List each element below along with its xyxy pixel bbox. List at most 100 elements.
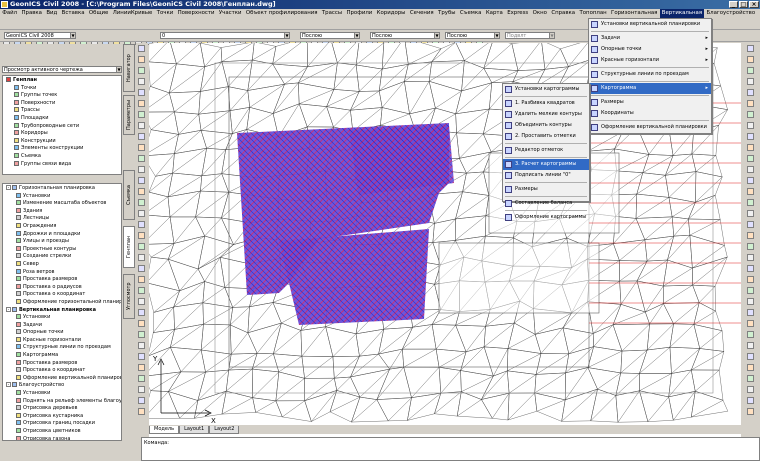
tool-icon[interactable] [138, 188, 145, 195]
menu-item[interactable]: Объединить контуры [503, 120, 589, 131]
menu-item[interactable]: Точки [155, 9, 176, 18]
prospector-item[interactable]: Съемка [4, 152, 120, 161]
prospector-item[interactable]: Группы точек [4, 92, 120, 100]
tool-icon[interactable] [138, 67, 145, 74]
tool-icon[interactable] [747, 166, 754, 173]
tool-icon[interactable] [747, 155, 754, 162]
tree-item[interactable]: Проектные контуры [4, 245, 120, 254]
toolspace-tab[interactable]: Параметры [123, 95, 135, 135]
tool-icon[interactable] [138, 364, 145, 371]
expand-icon[interactable]: - [6, 306, 11, 312]
menu-item[interactable]: Размеры [589, 97, 711, 108]
close-button[interactable]: × [749, 1, 759, 8]
tool-icon[interactable] [747, 320, 754, 327]
tree-item[interactable]: Установки [4, 390, 120, 398]
prospector-item[interactable]: Коридоры [4, 130, 120, 138]
layout-tab[interactable]: Layout1 [179, 426, 210, 434]
toolspace-tab[interactable]: Генплан [123, 226, 135, 268]
tree-item[interactable]: Лестницы [4, 215, 120, 223]
tree-item[interactable]: Красные горизонтали [4, 336, 120, 345]
prospector-item[interactable]: Поверхности [4, 99, 120, 108]
tool-icon[interactable] [138, 100, 145, 107]
tree-item[interactable]: Проставка о координат [4, 291, 120, 299]
tree-item[interactable]: Отрисовка кустарника [4, 412, 120, 421]
tool-icon[interactable] [747, 386, 754, 393]
tool-icon[interactable] [747, 45, 754, 52]
workspace-combo[interactable]: GeoniCS Civil 2008 ▼ [4, 32, 76, 39]
prospector-item[interactable]: Конструкции [4, 137, 120, 146]
tool-icon[interactable] [138, 232, 145, 239]
tree-item[interactable]: Север [4, 260, 120, 269]
layer-combo[interactable]: 0 ▼ [160, 32, 290, 39]
menu-item[interactable]: Профили [344, 9, 374, 18]
tree-item[interactable]: Изменение масштаба объектов [4, 200, 120, 208]
tree-item[interactable]: - Благоустройство [4, 382, 120, 390]
tool-icon[interactable] [747, 221, 754, 228]
prospector-item[interactable]: Трассы [4, 107, 120, 115]
tool-icon[interactable] [138, 166, 145, 173]
tool-icon[interactable] [138, 78, 145, 85]
menu-item[interactable]: Оформление картограммы [503, 212, 589, 223]
menu-item[interactable]: 3. Расчет картограммы [503, 159, 589, 170]
tool-icon[interactable] [747, 188, 754, 195]
menu-item[interactable]: Трубы [436, 9, 458, 18]
tool-icon[interactable] [138, 89, 145, 96]
tool-icon[interactable] [138, 397, 145, 404]
menu-item[interactable]: Вид [44, 9, 59, 18]
menu-item[interactable]: Участки [217, 9, 244, 18]
toolspace-tab[interactable]: Съемка [123, 170, 135, 220]
linetype-combo[interactable]: Послою ▼ [370, 32, 440, 39]
menu-item[interactable]: Коридоры [374, 9, 407, 18]
layout-tab[interactable]: Модель [149, 426, 180, 434]
menu-item[interactable]: Размеры [503, 184, 589, 195]
prospector-item[interactable]: Точки [4, 84, 120, 93]
tree-item[interactable]: Здания [4, 207, 120, 216]
tree-item[interactable]: Проставка размеров [4, 359, 120, 368]
tool-icon[interactable] [138, 122, 145, 129]
tree-item[interactable]: - Вертикальная планировка [4, 306, 120, 315]
menu-item[interactable]: Вертикальная [659, 9, 705, 18]
menu-item[interactable]: Вставка [59, 9, 86, 18]
command-line[interactable]: Команда: [141, 437, 760, 461]
menu-item[interactable]: Редактор отметок [503, 145, 589, 156]
menu-item[interactable]: 1. Разбивка квадратов [503, 98, 589, 109]
tool-icon[interactable] [138, 45, 145, 52]
menu-item[interactable]: Сечения [408, 9, 436, 18]
tool-icon[interactable] [747, 298, 754, 305]
tool-icon[interactable] [138, 243, 145, 250]
tree-item[interactable]: Установки [4, 314, 120, 322]
lineweight-combo[interactable]: Послою ▼ [445, 32, 500, 39]
tool-icon[interactable] [747, 408, 754, 415]
tree-item[interactable]: Роза ветров [4, 268, 120, 277]
menu-item[interactable]: Красные горизонтали ▸ [589, 55, 711, 66]
tool-icon[interactable] [747, 232, 754, 239]
menu-item[interactable]: Благоустройство [704, 9, 757, 18]
tool-icon[interactable] [747, 89, 754, 96]
prospector-item[interactable]: Группы связи вида [4, 160, 120, 169]
tool-icon[interactable] [138, 309, 145, 316]
tool-icon[interactable] [138, 221, 145, 228]
tool-icon[interactable] [138, 408, 145, 415]
menu-item[interactable]: Оформление вертикальной планировки [589, 122, 711, 133]
maximize-button[interactable]: □ [739, 1, 748, 8]
tool-icon[interactable] [747, 122, 754, 129]
menu-item[interactable]: Установки вертикальной планировки [589, 19, 711, 30]
tool-icon[interactable] [747, 276, 754, 283]
menu-item[interactable]: Картограмма ▸ [589, 83, 711, 94]
tool-icon[interactable] [747, 397, 754, 404]
tree-item[interactable]: - Горизонтальная планировка [4, 185, 120, 193]
tool-icon[interactable] [747, 111, 754, 118]
minimize-button[interactable]: _ [729, 1, 738, 8]
menu-item[interactable]: Составление баланса [503, 198, 589, 209]
tool-icon[interactable] [747, 331, 754, 338]
tree-item[interactable]: Дорожки и площадки [4, 230, 120, 239]
tool-icon[interactable] [747, 78, 754, 85]
tree-item[interactable]: Структурные линии по проездам [4, 344, 120, 352]
tool-icon[interactable] [747, 243, 754, 250]
menu-item[interactable]: Файл [0, 9, 19, 18]
tree-item[interactable]: Создание стрелки [4, 253, 120, 261]
tool-icon[interactable] [747, 199, 754, 206]
menu-item[interactable]: ЛинииКривые [111, 9, 155, 18]
tool-icon[interactable] [138, 331, 145, 338]
tool-icon[interactable] [138, 353, 145, 360]
